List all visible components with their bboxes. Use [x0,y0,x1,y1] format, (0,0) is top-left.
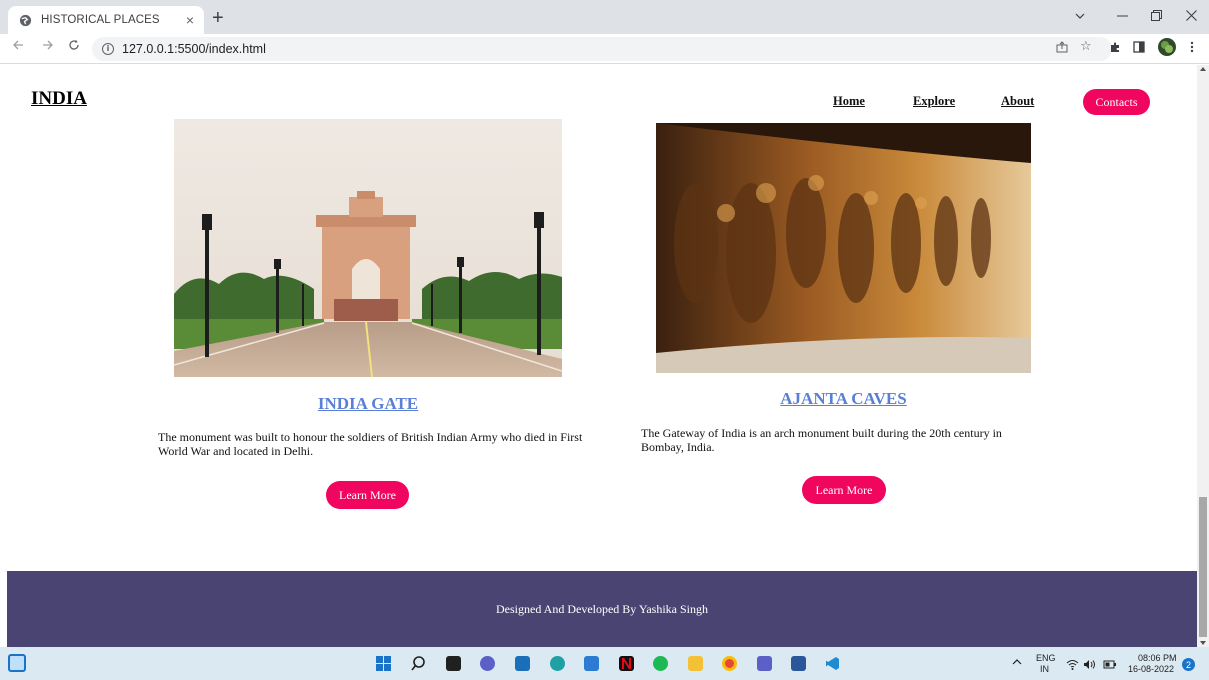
card-title-india-gate[interactable]: INDIA GATE [174,394,562,414]
file-explorer-icon[interactable] [688,656,703,671]
language-indicator-bottom: IN [1040,664,1049,674]
scroll-down-arrow-icon[interactable] [1200,641,1206,645]
wifi-icon[interactable] [1066,657,1079,675]
language-indicator-top[interactable]: ENG [1036,653,1056,663]
chrome-icon[interactable] [722,656,737,671]
ajanta-caves-image [656,123,1031,373]
edge-browser-icon[interactable] [550,656,565,671]
browser-tab-strip: HISTORICAL PLACES × + [0,0,1209,34]
page-scrollbar[interactable] [1197,65,1209,647]
netflix-icon[interactable] [619,656,634,671]
start-windows-icon[interactable] [376,656,391,671]
tab-search-chevron-icon[interactable] [1075,9,1085,24]
calculator-app-icon[interactable] [584,656,599,671]
extensions-puzzle-icon[interactable] [1109,41,1121,57]
notification-badge[interactable]: 2 [1182,658,1195,671]
back-arrow-icon[interactable] [12,39,24,55]
card-title-ajanta-caves[interactable]: AJANTA CAVES [656,389,1031,409]
nav-about[interactable]: About [1001,94,1034,109]
task-view-icon[interactable] [446,656,461,671]
teams-icon[interactable] [757,656,772,671]
windows-taskbar: ENG IN 08:06 PM 16-08-2022 2 [0,647,1209,680]
forward-arrow-icon[interactable] [42,39,54,55]
spotify-icon[interactable] [653,656,668,671]
tab-title: HISTORICAL PLACES [41,14,160,26]
card-text-ajanta-caves: The Gateway of India is an arch monument… [641,426,1002,454]
word-icon[interactable] [791,656,806,671]
minimize-icon[interactable] [1117,9,1128,24]
learn-more-button-india-gate[interactable]: Learn More [326,481,409,509]
address-bar[interactable]: i 127.0.0.1:5500/index.html [92,37,1112,61]
bookmark-star-icon[interactable]: ☆ [1080,39,1092,54]
show-hidden-icons-chevron-icon[interactable] [1012,657,1022,669]
profile-avatar[interactable] [1158,38,1176,60]
battery-icon[interactable] [1103,657,1117,675]
globe-icon [18,13,32,27]
site-logo[interactable]: INDIA [31,88,87,110]
india-gate-image [174,119,562,377]
scrollbar-thumb[interactable] [1199,497,1207,637]
tab-close-icon[interactable]: × [186,12,194,28]
widgets-icon[interactable] [8,654,26,672]
nav-home[interactable]: Home [833,94,865,109]
site-footer: Designed And Developed By Yashika Singh [7,571,1197,647]
nav-explore[interactable]: Explore [913,94,955,109]
reload-icon[interactable] [68,39,80,55]
site-info-icon[interactable]: i [102,43,114,55]
share-icon[interactable] [1056,41,1068,57]
scroll-up-arrow-icon[interactable] [1200,67,1206,71]
page-viewport: INDIA Home Explore About Contacts INDIA … [0,65,1197,647]
restore-icon[interactable] [1151,9,1162,24]
url-text: 127.0.0.1:5500/index.html [122,42,266,56]
browser-tab[interactable]: HISTORICAL PLACES × [8,6,204,34]
clock-time[interactable]: 08:06 PM [1138,653,1177,663]
side-panel-icon[interactable] [1133,41,1145,57]
search-icon[interactable] [411,656,426,671]
vscode-icon[interactable] [825,656,840,671]
footer-credit: Designed And Developed By Yashika Singh [496,601,708,616]
close-window-icon[interactable] [1186,9,1197,24]
mail-icon[interactable] [515,656,530,671]
nav-contacts-button[interactable]: Contacts [1083,89,1150,115]
more-menu-icon[interactable] [1190,41,1194,57]
clock-date[interactable]: 16-08-2022 [1128,664,1174,674]
card-text-india-gate: The monument was built to honour the sol… [158,430,583,458]
learn-more-button-ajanta-caves[interactable]: Learn More [802,476,886,504]
new-tab-button[interactable]: + [212,8,224,28]
volume-icon[interactable] [1083,657,1096,675]
chat-icon[interactable] [480,656,495,671]
browser-toolbar: i 127.0.0.1:5500/index.html ☆ [0,34,1209,64]
